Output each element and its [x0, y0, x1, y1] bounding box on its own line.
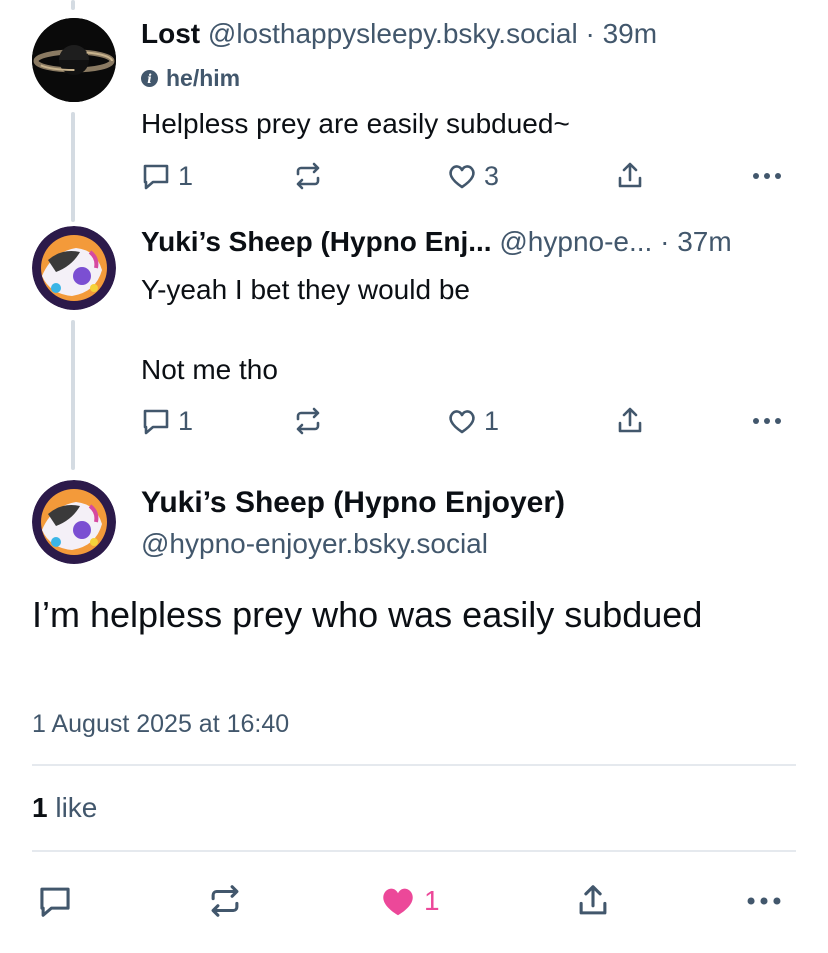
sheep-avatar-image — [32, 480, 116, 564]
repost-icon — [296, 407, 320, 435]
thread-line-1 — [71, 112, 75, 222]
display-name[interactable]: Yuki’s Sheep (Hypno Enjoyer) — [141, 486, 565, 520]
like-button[interactable]: 1 — [446, 405, 499, 437]
more-options-button[interactable] — [744, 882, 784, 920]
share-icon — [618, 407, 642, 433]
share-icon — [579, 885, 607, 915]
reply-button[interactable]: 1 — [140, 160, 193, 192]
handle[interactable]: @hypno-e... — [499, 226, 652, 257]
share-button[interactable] — [614, 405, 646, 437]
sheep-avatar-image — [32, 226, 116, 310]
reply-icon — [143, 164, 169, 190]
info-icon: i — [141, 70, 158, 87]
more-icon — [753, 173, 781, 179]
timestamp[interactable]: · 37m — [660, 226, 732, 257]
share-button[interactable] — [614, 160, 646, 192]
post-text-line-1: Y-yeah I bet they would be — [141, 274, 470, 305]
handle[interactable]: @losthappysleepy.bsky.social — [208, 18, 578, 49]
repost-button[interactable] — [206, 882, 244, 920]
more-icon — [747, 897, 781, 905]
like-count-link[interactable]: 1 like — [32, 792, 97, 824]
post-text: Helpless prey are easily subdued~ — [141, 108, 570, 139]
avatar[interactable] — [32, 18, 116, 102]
divider — [32, 850, 796, 852]
reply-button[interactable]: 1 — [140, 405, 193, 437]
like-count: 3 — [484, 160, 500, 191]
like-button[interactable]: 3 — [446, 160, 499, 192]
display-name[interactable]: Yuki’s Sheep (Hypno Enj... — [141, 226, 492, 257]
handle[interactable]: @hypno-enjoyer.bsky.social — [141, 528, 488, 560]
pronouns-label: he/him — [166, 65, 241, 91]
more-options-button[interactable] — [750, 160, 784, 192]
like-total: 1 — [32, 792, 48, 823]
post-header: Lost @losthappysleepy.bsky.social · 39m — [141, 18, 657, 50]
avatar[interactable] — [32, 480, 116, 564]
post-header: Yuki’s Sheep (Hypno Enj... @hypno-e... ·… — [141, 226, 732, 258]
repost-button[interactable] — [292, 405, 324, 437]
repost-button[interactable] — [292, 160, 324, 192]
like-icon — [449, 165, 475, 189]
post-timestamp[interactable]: 1 August 2025 at 16:40 — [32, 710, 289, 739]
share-button[interactable] — [574, 882, 612, 920]
thread-line-top — [71, 0, 75, 10]
post-text-line-2: Not me tho — [141, 354, 278, 385]
timestamp[interactable]: · 39m — [585, 18, 657, 49]
like-word: like — [55, 792, 98, 823]
reply-count: 1 — [178, 405, 194, 436]
like-count: 1 — [484, 405, 500, 436]
thread-line-2 — [71, 320, 75, 470]
reply-icon — [143, 409, 169, 435]
reply-icon — [40, 887, 70, 917]
saturn-avatar-image — [32, 18, 116, 102]
like-button-active[interactable]: 1 — [378, 882, 440, 920]
post-text: I’m helpless prey who was easily subdued — [32, 594, 703, 635]
more-options-button[interactable] — [750, 405, 784, 437]
pronouns-badge: i he/him — [141, 65, 240, 92]
divider — [32, 764, 796, 766]
like-icon — [449, 410, 475, 434]
repost-icon — [211, 885, 239, 917]
liked-count: 1 — [424, 885, 440, 916]
reply-button[interactable] — [36, 882, 74, 920]
reply-count: 1 — [178, 160, 194, 191]
more-icon — [753, 418, 781, 424]
share-icon — [618, 162, 642, 188]
avatar[interactable] — [32, 226, 116, 310]
repost-icon — [296, 162, 320, 190]
display-name[interactable]: Lost — [141, 18, 200, 49]
liked-heart-icon — [383, 888, 413, 916]
